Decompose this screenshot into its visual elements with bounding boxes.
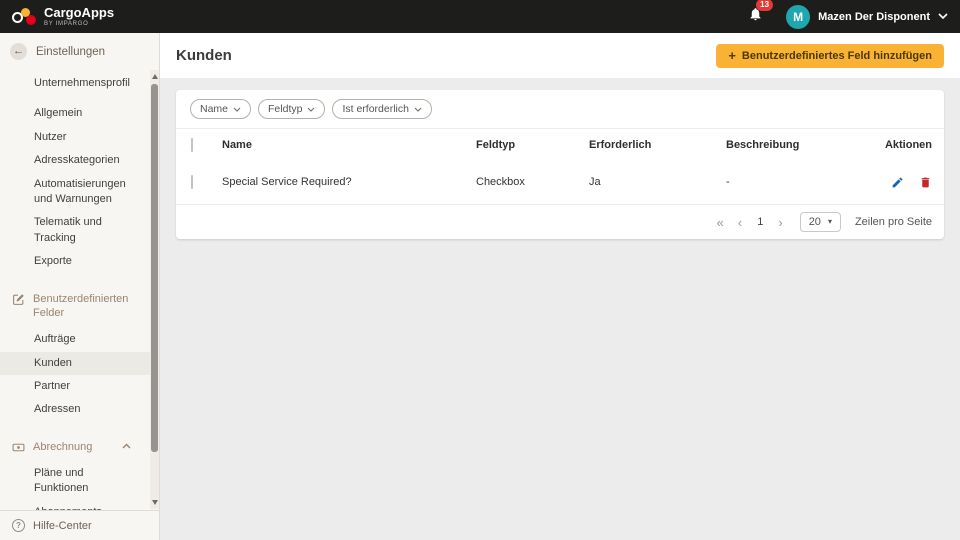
- sidebar-item-telematik[interactable]: Telematik und Tracking: [0, 211, 159, 250]
- scrollbar-thumb[interactable]: [151, 84, 158, 452]
- brand-name: CargoApps: [44, 5, 115, 20]
- filter-chip-name[interactable]: Name: [190, 99, 252, 119]
- cargoapps-logo-icon: [12, 7, 37, 26]
- first-page-button[interactable]: «: [714, 215, 727, 230]
- user-name: Mazen Der Disponent: [818, 10, 930, 23]
- filter-bar: Name Feldtyp Ist erforderlich: [176, 90, 944, 129]
- sidebar-item-automatisierungen[interactable]: Automatisierungen und Warnungen: [0, 173, 159, 212]
- chevron-down-icon: [233, 107, 241, 112]
- app-body: ← Einstellungen Unternehmensprofil Allge…: [0, 33, 960, 540]
- help-icon: ?: [12, 519, 25, 532]
- table-row[interactable]: Special Service Required? Checkbox Ja -: [176, 160, 944, 205]
- page-title: Kunden: [176, 47, 232, 64]
- content-area: Name Feldtyp Ist erforderlich Name Feldt…: [160, 78, 960, 540]
- topbar-right: 13 M Mazen Der Disponent: [748, 0, 948, 29]
- sidebar-item-plaene[interactable]: Pläne und Funktionen: [0, 462, 159, 501]
- filter-chip-erforderlich[interactable]: Ist erforderlich: [332, 99, 432, 119]
- cell-actions: [854, 176, 932, 189]
- sidebar-item-adresskategorien[interactable]: Adresskategorien: [0, 149, 159, 172]
- billing-icon: [12, 443, 25, 451]
- topbar: CargoApps by IMPARGO 13 M Mazen Der Disp…: [0, 0, 960, 33]
- app-window: CargoApps by IMPARGO 13 M Mazen Der Disp…: [0, 0, 960, 540]
- avatar: M: [786, 4, 811, 29]
- cell-beschreibung: -: [726, 176, 730, 188]
- current-page[interactable]: 1: [753, 216, 767, 228]
- filter-chip-feldtyp[interactable]: Feldtyp: [258, 99, 326, 119]
- settings-back-button[interactable]: ← Einstellungen: [0, 33, 159, 70]
- chevron-down-icon: [414, 107, 422, 112]
- custom-fields-card: Name Feldtyp Ist erforderlich Name Feldt…: [176, 90, 944, 239]
- cell-name: Special Service Required?: [222, 176, 352, 188]
- column-header-aktionen: Aktionen: [884, 138, 932, 151]
- filter-chip-feldtyp-label: Feldtyp: [268, 103, 303, 115]
- chevron-down-icon: [938, 13, 948, 20]
- column-header-beschreibung: Beschreibung: [726, 138, 800, 151]
- sidebar-section-custom-fields[interactable]: Benutzerdefinierten Felder: [0, 287, 159, 326]
- table-header-row: Name Feldtyp Erforderlich Beschreibung A…: [176, 129, 944, 160]
- section-label-abrechnung: Abrechnung: [33, 440, 93, 453]
- main-area: Kunden + Benutzerdefiniertes Feld hinzuf…: [160, 33, 960, 540]
- page-size-value: 20: [808, 216, 821, 228]
- cell-erforderlich: Ja: [589, 176, 601, 188]
- filter-chip-name-label: Name: [200, 103, 229, 115]
- column-header-erforderlich: Erforderlich: [589, 138, 652, 151]
- help-center-label: Hilfe-Center: [33, 519, 92, 532]
- sidebar-item-nutzer[interactable]: Nutzer: [0, 126, 159, 149]
- row-checkbox[interactable]: [191, 175, 193, 189]
- delete-button[interactable]: [919, 176, 932, 189]
- add-custom-field-button[interactable]: + Benutzerdefiniertes Feld hinzufügen: [716, 43, 944, 68]
- section-label-custom-fields: Benutzerdefinierten Felder: [33, 292, 129, 319]
- scrollbar-arrow-up-icon[interactable]: [151, 74, 158, 79]
- pencil-icon: [892, 177, 903, 187]
- notification-badge: 13: [756, 0, 774, 11]
- sidebar-item-kunden[interactable]: Kunden: [0, 351, 159, 375]
- chevron-down-icon: [308, 107, 315, 112]
- page-size-select[interactable]: 20 ▾: [799, 212, 841, 232]
- caret-down-icon: ▾: [827, 217, 832, 226]
- sidebar-scrollbar[interactable]: [150, 70, 159, 509]
- column-header-name: Name: [222, 138, 252, 151]
- sidebar-item-allgemein[interactable]: Allgemein: [0, 102, 159, 125]
- user-menu[interactable]: M Mazen Der Disponent: [786, 4, 948, 29]
- filter-chip-erforderlich-label: Ist erforderlich: [342, 103, 409, 115]
- sidebar-item-exporte[interactable]: Exporte: [0, 250, 159, 273]
- edit-square-icon: [13, 293, 24, 305]
- plus-icon: +: [728, 48, 736, 63]
- sidebar-item-auftraege[interactable]: Aufträge: [0, 328, 159, 351]
- sidebar-item-partner[interactable]: Partner: [0, 375, 159, 398]
- cell-feldtyp: Checkbox: [476, 176, 525, 188]
- sidebar-item-adressen[interactable]: Adressen: [0, 398, 159, 421]
- notifications-button[interactable]: 13: [748, 0, 774, 27]
- trash-icon: [921, 177, 930, 187]
- logo-circle-red: [26, 14, 36, 25]
- edit-button[interactable]: [891, 176, 904, 189]
- prev-page-button[interactable]: ‹: [735, 215, 745, 230]
- column-header-feldtyp: Feldtyp: [476, 138, 516, 151]
- select-all-checkbox[interactable]: [191, 137, 193, 152]
- next-page-button[interactable]: ›: [775, 215, 785, 230]
- scrollbar-arrow-down-icon[interactable]: [151, 500, 158, 505]
- pagination: « ‹ 1 › 20 ▾ Zeilen pro Seite: [176, 205, 944, 239]
- sidebar-section-abrechnung[interactable]: Abrechnung: [0, 435, 159, 459]
- back-arrow-icon: ←: [10, 43, 27, 60]
- settings-label: Einstellungen: [36, 45, 106, 58]
- chevron-up-icon: [122, 443, 131, 449]
- brand[interactable]: CargoApps by IMPARGO: [12, 6, 114, 27]
- sidebar-item-unternehmensprofil[interactable]: Unternehmensprofil: [0, 72, 159, 95]
- brand-subtitle: by IMPARGO: [44, 21, 89, 27]
- add-custom-field-label: Benutzerdefiniertes Feld hinzufügen: [741, 49, 932, 62]
- brand-text: CargoApps by IMPARGO: [44, 6, 114, 27]
- sidebar: ← Einstellungen Unternehmensprofil Allge…: [0, 33, 160, 540]
- sidebar-nav: Unternehmensprofil Allgemein Nutzer Adre…: [0, 70, 159, 510]
- page-header: Kunden + Benutzerdefiniertes Feld hinzuf…: [160, 33, 960, 78]
- rows-per-page-label: Zeilen pro Seite: [854, 216, 932, 228]
- help-center-button[interactable]: ? Hilfe-Center: [0, 510, 159, 540]
- sidebar-item-abonnements[interactable]: Abonnements: [0, 501, 159, 510]
